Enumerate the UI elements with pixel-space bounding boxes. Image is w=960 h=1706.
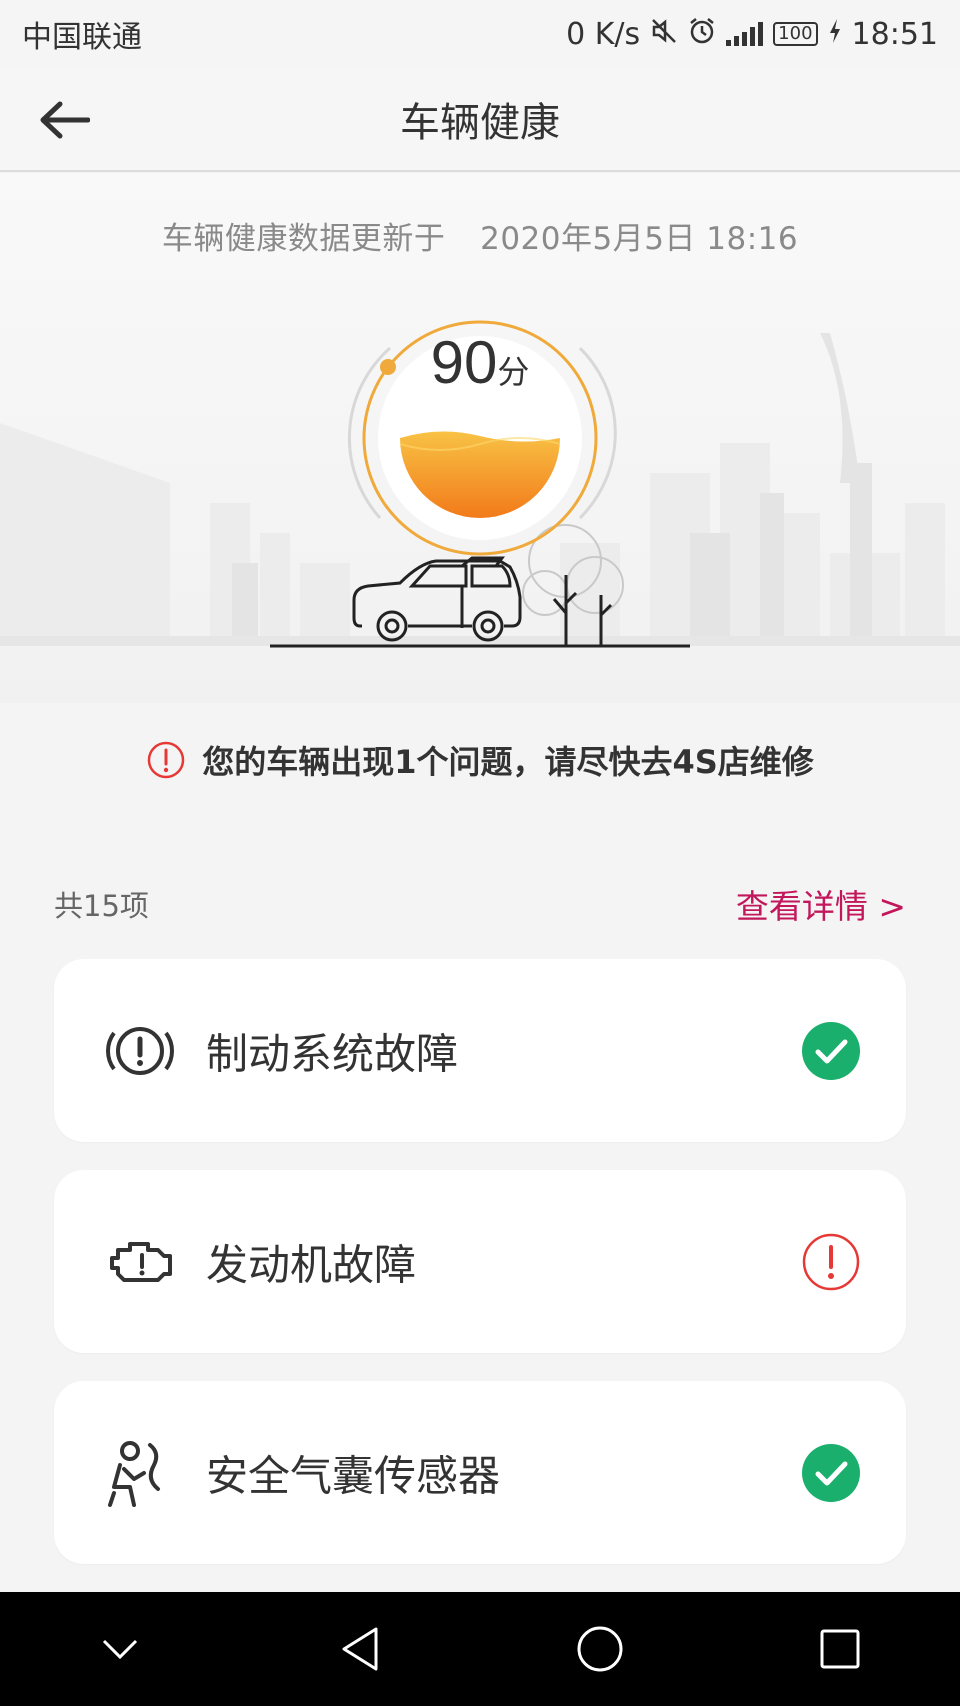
warning-text: 您的车辆出现1个问题，请尽快去4S店维修 (202, 743, 814, 781)
summary-row: 共15项 查看详情 > (54, 880, 906, 928)
view-details-link[interactable]: 查看详情 > (736, 880, 906, 928)
update-label: 车辆健康数据更新于 (161, 221, 446, 257)
back-arrow-icon (40, 101, 90, 139)
score-display: 90分 (330, 328, 630, 397)
check-ok-icon (802, 1021, 860, 1080)
square-recents-icon (820, 1629, 860, 1669)
check-item-airbag[interactable]: 安全气囊传感器 (54, 1381, 906, 1564)
warning-status-icon (802, 1233, 860, 1290)
circle-home-icon (577, 1626, 623, 1672)
check-item-brake[interactable]: 制动系统故障 (54, 959, 906, 1142)
item-label: 制动系统故障 (206, 1029, 459, 1078)
battery-icon: 100 (773, 22, 818, 46)
status-bar: 中国联通 0 K/s 100 18:51 (0, 0, 960, 68)
chevron-down-icon (102, 1639, 138, 1660)
nav-home-button[interactable] (555, 1604, 645, 1694)
check-ok-icon (802, 1443, 860, 1502)
item-count: 共15项 (54, 889, 149, 923)
issue-warning: 您的车辆出现1个问题，请尽快去4S店维修 (0, 737, 960, 783)
item-label: 安全气囊传感器 (206, 1451, 501, 1500)
collapse-nav-button[interactable] (75, 1604, 165, 1694)
score-value: 90 (430, 329, 498, 396)
mute-icon (650, 17, 678, 52)
health-hero: 车辆健康数据更新于 2020年5月5日 18:16 90分 (0, 173, 960, 703)
system-nav-bar (0, 1592, 960, 1706)
update-info: 车辆健康数据更新于 2020年5月5日 18:16 (0, 213, 960, 258)
airbag-icon (108, 1440, 160, 1507)
nav-recents-button[interactable] (795, 1604, 885, 1694)
clock: 18:51 (851, 16, 938, 52)
back-button[interactable] (36, 94, 92, 146)
page-title: 车辆健康 (400, 100, 560, 146)
network-speed: 0 K/s (566, 16, 641, 52)
battery-level: 100 (778, 23, 813, 44)
brake-warning-icon (106, 1026, 174, 1075)
warning-exclamation-icon (147, 741, 185, 779)
carrier-name: 中国联通 (22, 20, 142, 55)
charging-icon (828, 18, 842, 51)
item-label: 发动机故障 (206, 1240, 417, 1289)
alarm-icon (688, 17, 716, 52)
triangle-back-icon (342, 1627, 378, 1671)
app-header: 车辆健康 (0, 68, 960, 172)
score-unit: 分 (497, 353, 530, 391)
signal-icon (726, 22, 764, 46)
check-item-engine[interactable]: 发动机故障 (54, 1170, 906, 1353)
engine-icon (110, 1241, 172, 1282)
nav-back-button[interactable] (315, 1604, 405, 1694)
status-indicators: 0 K/s 100 18:51 (566, 17, 938, 52)
health-score-gauge: 90分 (330, 288, 630, 588)
update-time: 2020年5月5日 18:16 (480, 221, 799, 257)
